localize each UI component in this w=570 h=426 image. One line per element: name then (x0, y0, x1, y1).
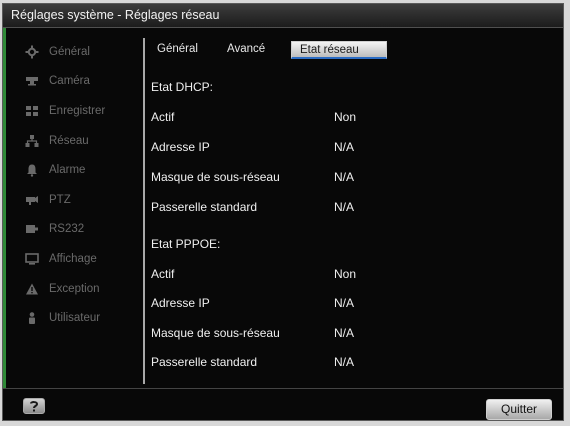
user-icon (25, 311, 39, 325)
dhcp-row-subnet-mask: Masque de sous-réseau N/A (151, 170, 551, 190)
row-value: N/A (334, 326, 355, 340)
row-label: Passerelle standard (151, 200, 258, 214)
row-value: N/A (334, 296, 355, 310)
sidebar-item-network[interactable]: Réseau (13, 129, 139, 153)
title-bar: Réglages système - Réglages réseau (3, 4, 563, 28)
row-label: Adresse IP (151, 296, 210, 310)
row-label: Actif (151, 267, 175, 281)
row-value: N/A (334, 140, 355, 154)
settings-window: Réglages système - Réglages réseau Génér… (2, 3, 564, 421)
row-label: Masque de sous-réseau (151, 326, 280, 340)
sidebar-item-rs232[interactable]: RS232 (13, 217, 139, 241)
tab-network-status[interactable]: Etat réseau (291, 41, 387, 59)
pppoe-row-subnet-mask: Masque de sous-réseau N/A (151, 326, 551, 346)
ptz-icon (25, 193, 39, 207)
alarm-icon (25, 163, 39, 177)
gear-icon (25, 45, 39, 59)
row-label: Actif (151, 110, 175, 124)
dhcp-row-active: Actif Non (151, 110, 551, 130)
serial-port-icon (25, 222, 39, 236)
monitor-icon (25, 252, 39, 266)
row-value: Non (334, 110, 357, 124)
dhcp-row-ip-address: Adresse IP N/A (151, 140, 551, 160)
footer-bar: Quitter (3, 388, 563, 420)
tab-advanced[interactable]: Avancé (219, 41, 289, 59)
quit-button[interactable]: Quitter (486, 399, 552, 420)
sidebar-item-display[interactable]: Affichage (13, 247, 139, 271)
dhcp-row-gateway: Passerelle standard N/A (151, 200, 551, 220)
sidebar-item-label: Alarme (49, 164, 86, 176)
row-value: N/A (334, 170, 355, 184)
sidebar-item-ptz[interactable]: PTZ (13, 188, 139, 212)
window-title: Réglages système - Réglages réseau (11, 8, 220, 22)
help-button[interactable] (23, 398, 45, 414)
dhcp-section-title: Etat DHCP: (151, 80, 214, 94)
row-label: Adresse IP (151, 140, 210, 154)
sidebar-item-label: Utilisateur (49, 312, 101, 324)
warning-icon (25, 282, 39, 296)
sidebar-item-camera[interactable]: Caméra (13, 69, 139, 93)
pppoe-row-gateway: Passerelle standard N/A (151, 355, 551, 375)
camera-icon (25, 74, 39, 88)
pppoe-section-title: Etat PPPOE: (151, 237, 221, 251)
pppoe-row-active: Actif Non (151, 267, 551, 287)
sidebar-item-user[interactable]: Utilisateur (13, 306, 139, 330)
sidebar-item-label: Caméra (49, 75, 90, 87)
sidebar-divider (143, 38, 145, 384)
tab-bar: Général Avancé Etat réseau (149, 41, 389, 59)
sidebar-item-label: Exception (49, 283, 100, 295)
row-label: Passerelle standard (151, 355, 258, 369)
row-value: Non (334, 267, 357, 281)
pppoe-row-ip-address: Adresse IP N/A (151, 296, 551, 316)
sidebar-item-record[interactable]: Enregistrer (13, 99, 139, 123)
sidebar-item-label: RS232 (49, 223, 85, 235)
left-accent-bar (3, 28, 6, 388)
sidebar-item-exception[interactable]: Exception (13, 277, 139, 301)
sidebar-item-label: Réseau (49, 135, 89, 147)
tab-general[interactable]: Général (149, 41, 219, 59)
record-icon (25, 104, 39, 118)
row-value: N/A (334, 355, 355, 369)
sidebar-item-label: Affichage (49, 253, 97, 265)
help-icon (24, 399, 44, 413)
sidebar-item-label: Général (49, 46, 90, 58)
sidebar-item-general[interactable]: Général (13, 40, 139, 64)
row-label: Masque de sous-réseau (151, 170, 280, 184)
network-icon (25, 134, 39, 148)
sidebar-item-label: Enregistrer (49, 105, 106, 117)
sidebar-item-label: PTZ (49, 194, 71, 206)
row-value: N/A (334, 200, 355, 214)
sidebar-item-alarm[interactable]: Alarme (13, 158, 139, 182)
